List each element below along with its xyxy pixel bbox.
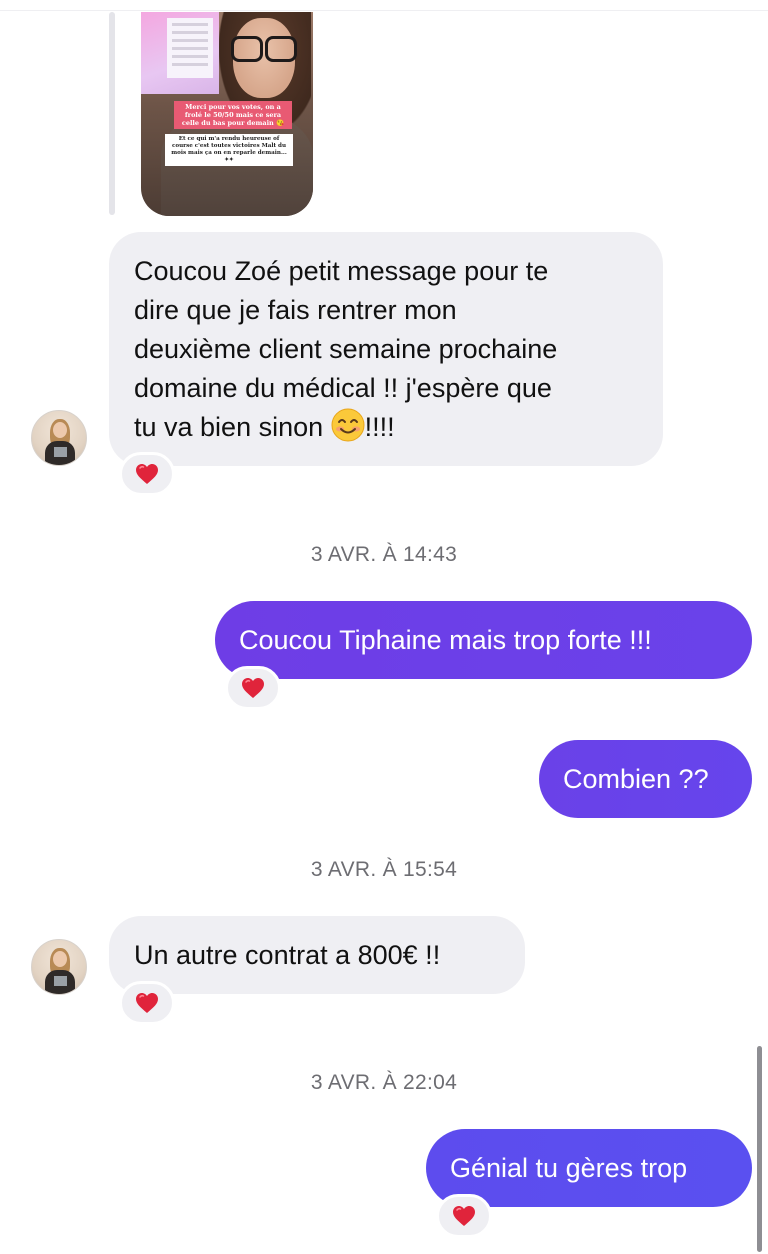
story-monitor: [141, 12, 219, 94]
message-text: Coucou Zoé petit message pour te dire qu…: [134, 256, 558, 442]
smiling-face-icon: [331, 408, 365, 442]
heart-icon: [136, 993, 158, 1013]
message-bubble-outgoing[interactable]: Coucou Tiphaine mais trop forte !!!: [215, 601, 752, 679]
message-bubble-incoming[interactable]: Coucou Zoé petit message pour te dire qu…: [109, 232, 663, 466]
timestamp: 3 AVR. À 15:54: [310, 858, 458, 881]
scrollbar[interactable]: [757, 1046, 762, 1252]
story-reply-indicator: [109, 12, 115, 215]
message-bubble-outgoing[interactable]: Combien ??: [539, 740, 752, 818]
timestamp: 3 AVR. À 14:43: [310, 543, 458, 566]
glasses-icon: [231, 36, 301, 62]
header-divider: [0, 10, 768, 11]
story-thumbnail[interactable]: Merci pour vos votes, on a frolé le 50/5…: [141, 12, 313, 216]
message-text: Un autre contrat a 800€ !!: [134, 940, 441, 970]
story-caption-top: Merci pour vos votes, on a frolé le 50/5…: [174, 101, 292, 129]
message-text: Génial tu gères trop: [450, 1153, 688, 1183]
timestamp: 3 AVR. À 22:04: [310, 1071, 458, 1094]
message-text: Combien ??: [563, 764, 709, 794]
reaction-badge[interactable]: [225, 666, 281, 710]
story-caption-bottom: Et ce qui m'a rendu heureuse of course c…: [165, 134, 293, 166]
reaction-badge[interactable]: [119, 452, 175, 496]
reaction-badge[interactable]: [119, 981, 175, 1025]
heart-icon: [136, 464, 158, 484]
message-bubble-incoming[interactable]: Un autre contrat a 800€ !!: [109, 916, 525, 994]
message-text: Coucou Tiphaine mais trop forte !!!: [239, 625, 652, 655]
avatar[interactable]: [31, 410, 87, 466]
reaction-badge[interactable]: [436, 1194, 492, 1238]
heart-icon: [242, 678, 264, 698]
heart-icon: [453, 1206, 475, 1226]
avatar[interactable]: [31, 939, 87, 995]
